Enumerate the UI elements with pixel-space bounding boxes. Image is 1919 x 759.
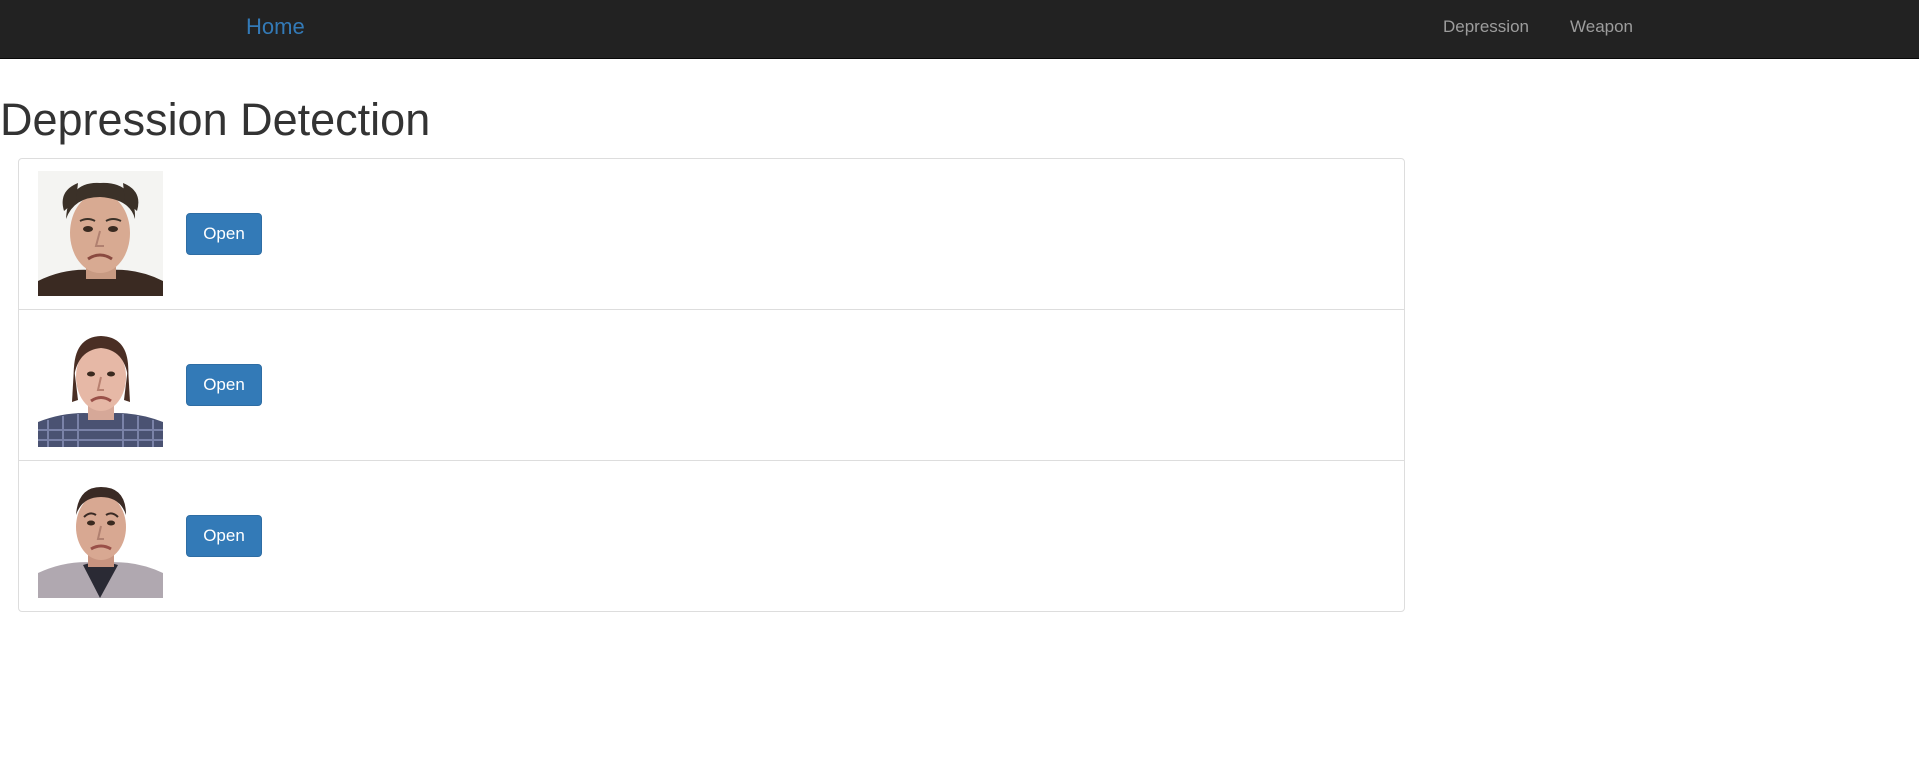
list-item: Open — [19, 461, 1404, 611]
face-photo-icon — [38, 473, 163, 598]
open-button[interactable]: Open — [186, 364, 262, 406]
home-link[interactable]: Home — [246, 15, 305, 39]
face-thumbnail — [38, 473, 163, 598]
nav-link-depression[interactable]: Depression — [1443, 17, 1529, 37]
face-photo-icon — [38, 322, 163, 447]
page-title: Depression Detection — [0, 94, 431, 145]
nav-link-weapon[interactable]: Weapon — [1570, 17, 1633, 37]
open-button[interactable]: Open — [186, 515, 262, 557]
list-item: Open — [19, 159, 1404, 310]
open-button[interactable]: Open — [186, 213, 262, 255]
top-navbar: Home Depression Weapon — [0, 0, 1919, 59]
list-item: Open — [19, 310, 1404, 461]
face-thumbnail — [38, 322, 163, 447]
face-thumbnail — [38, 171, 163, 296]
image-list: Open Open Open — [18, 158, 1405, 612]
face-photo-icon — [38, 171, 163, 296]
